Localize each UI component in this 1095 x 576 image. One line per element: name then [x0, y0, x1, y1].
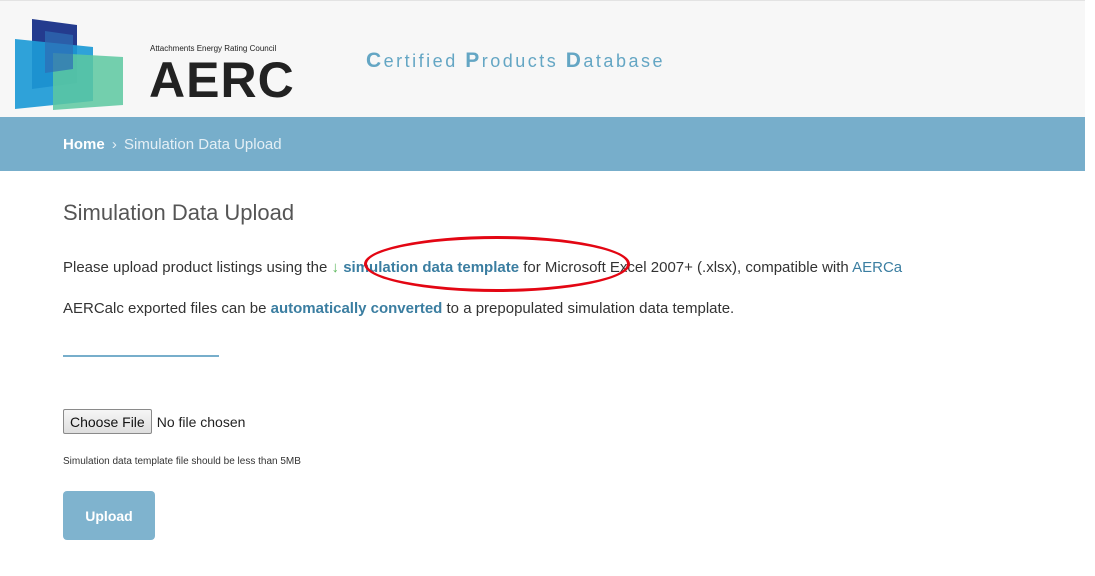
site-title: Certified Products Database [366, 49, 665, 72]
page-title: Simulation Data Upload [63, 200, 295, 225]
site-header: Attachments Energy Rating Council AERC C… [0, 0, 1085, 118]
file-input: Choose File No file chosen [63, 409, 245, 434]
breadcrumb-separator: › [111, 135, 117, 153]
simulation-data-template-link[interactable]: ↓ simulation data template [332, 259, 520, 276]
logo-wordmark: AERC [149, 52, 295, 108]
breadcrumb-home-link[interactable]: Home [63, 136, 105, 153]
choose-file-button[interactable]: Choose File [63, 409, 152, 434]
automatically-converted-link[interactable]: automatically converted [271, 300, 443, 317]
breadcrumb: Home › Simulation Data Upload [63, 136, 282, 153]
logo-mark-icon [15, 19, 123, 110]
breadcrumb-bar: Home › Simulation Data Upload [0, 117, 1085, 171]
instructions-line-2: AERCalc exported files can be automatica… [63, 300, 735, 317]
aerc-logo[interactable]: Attachments Energy Rating Council AERC [15, 17, 320, 112]
download-icon: ↓ [331, 259, 340, 276]
file-size-hint: Simulation data template file should be … [63, 456, 301, 467]
aercalc-link[interactable]: AERCa [852, 259, 902, 276]
instructions-line-1: Please upload product listings using the… [63, 259, 903, 276]
file-status: No file chosen [156, 413, 246, 430]
upload-button[interactable]: Upload [63, 491, 155, 540]
breadcrumb-current: Simulation Data Upload [124, 135, 282, 153]
section-divider [63, 355, 219, 357]
